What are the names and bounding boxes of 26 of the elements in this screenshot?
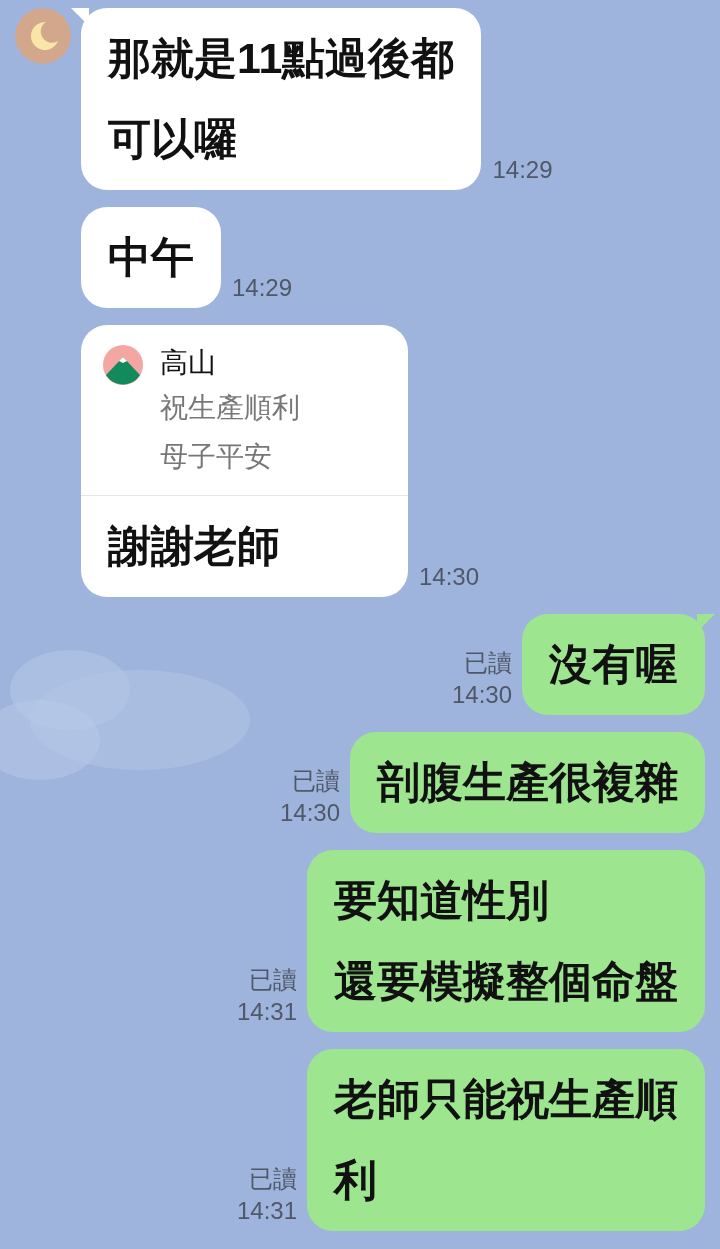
message-line: 沒有喔 — [549, 639, 678, 690]
quoted-sender-name: 高山 — [160, 346, 217, 380]
message-line: 那就是11點過後都 — [108, 33, 455, 84]
message-time: 14:31 — [236, 1196, 297, 1226]
read-receipt: 已讀 — [464, 648, 512, 678]
read-receipt: 已讀 — [249, 965, 297, 995]
message-line: 謝謝老師 — [108, 521, 281, 572]
mountain-avatar-icon — [103, 345, 143, 385]
message-line: 要知道性別 — [334, 875, 550, 926]
moon-avatar-icon[interactable] — [15, 8, 71, 64]
quoted-message-line: 母子平安 — [160, 440, 273, 474]
message-line: 中午 — [108, 232, 194, 283]
message-line: 利 — [334, 1155, 378, 1206]
message-line: 剖腹生產很複雜 — [377, 757, 678, 808]
quoted-message-line: 祝生產順利 — [160, 391, 300, 425]
message-time: 14:31 — [236, 997, 297, 1027]
message-time: 14:30 — [419, 562, 480, 592]
message-time: 14:30 — [451, 680, 512, 710]
message-line: 還要模擬整個命盤 — [334, 956, 678, 1007]
message-time: 14:29 — [492, 155, 553, 185]
message-time: 14:30 — [279, 798, 340, 828]
message-time: 14:29 — [232, 273, 293, 303]
read-receipt: 已讀 — [292, 766, 340, 796]
message-line: 老師只能祝生產順 — [334, 1074, 678, 1125]
message-line: 可以囉 — [108, 114, 238, 165]
read-receipt: 已讀 — [249, 1164, 297, 1194]
